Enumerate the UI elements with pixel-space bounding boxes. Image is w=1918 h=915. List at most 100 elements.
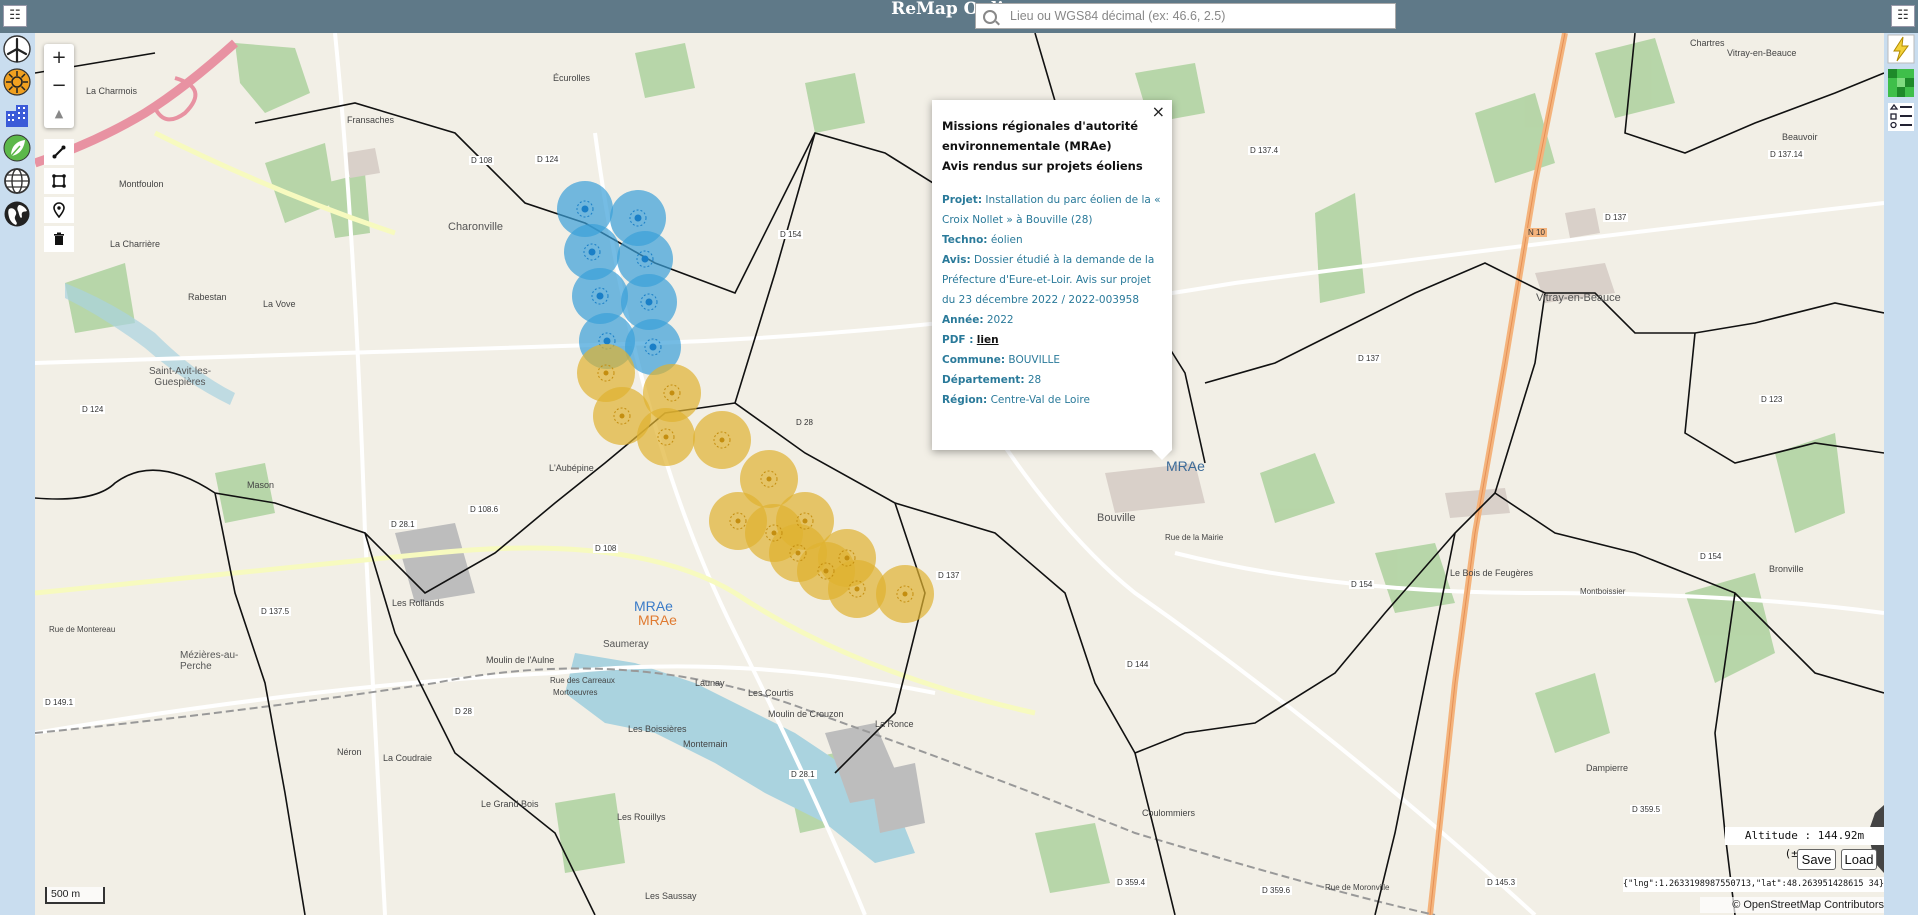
road-label: D 137: [1603, 213, 1629, 222]
map-label: Charonville: [448, 221, 504, 233]
draw-point-button[interactable]: [44, 197, 74, 223]
road-label: D 359.6: [1260, 886, 1293, 895]
popup-field-departement: Département: 28: [942, 370, 1162, 390]
road-label: D 137.14: [1768, 150, 1805, 159]
map-label: Mortoeuvres: [553, 688, 598, 697]
map-label: Rabestan: [188, 292, 227, 302]
map-label: Les Boissières: [628, 724, 687, 734]
wind-turbine-icon[interactable]: [3, 35, 31, 63]
zoom-in-button[interactable]: +: [44, 44, 74, 72]
polygon-icon: [52, 174, 66, 188]
road-label: D 359.4: [1115, 878, 1148, 887]
popup-field-pdf: PDF : lien: [942, 330, 1162, 350]
map-label: Chartres: [1690, 38, 1725, 48]
popup-field-region: Région: Centre-Val de Loire: [942, 390, 1162, 410]
save-button[interactable]: Save: [1797, 849, 1836, 870]
road-label: D 28: [796, 418, 813, 427]
map-pin-icon: [53, 202, 65, 219]
pdf-link[interactable]: lien: [977, 334, 999, 346]
field-label: Projet:: [942, 194, 983, 206]
map-label: Les Rollands: [392, 598, 445, 608]
coordinates-readout: {"lng":1.2633198987550713,"lat":48.26395…: [1623, 877, 1884, 892]
map-label: La Charrière: [110, 239, 161, 249]
map-label: Saumeray: [603, 639, 649, 650]
map-label: Coulommiers: [1142, 808, 1196, 818]
delete-button[interactable]: [44, 226, 74, 252]
field-label: Techno:: [942, 234, 988, 246]
polyline-icon: [52, 145, 66, 159]
field-value: 2022: [986, 314, 1014, 326]
right-toolbar: [1884, 33, 1918, 915]
draw-polygon-button[interactable]: [44, 168, 74, 194]
map-label: Launay: [695, 678, 725, 688]
map-label: Moulin de Crouzon: [768, 709, 844, 719]
map-label: Les Courtis: [748, 688, 794, 698]
popup-title-line: Missions régionales d'autorité: [942, 119, 1139, 133]
map-label: Mézières-au-Perche: [180, 650, 239, 672]
field-value: Dossier étudié à la demande de la Préfec…: [942, 254, 1155, 306]
search-input[interactable]: [1010, 6, 1380, 26]
map-label: Saint-Avit-les-Guespières: [148, 366, 212, 388]
field-value: éolien: [990, 234, 1023, 246]
search-icon: [983, 10, 997, 24]
road-label: N 10: [1526, 228, 1547, 237]
road-label: D 108: [593, 544, 619, 553]
road-label: D 28: [453, 707, 474, 716]
map-label: Beauvoir: [1782, 132, 1818, 142]
field-label: Avis:: [942, 254, 971, 266]
road-label: D 137.5: [259, 607, 292, 616]
map-label: Le Bois de Feugères: [1450, 568, 1534, 578]
mrae-cluster-label[interactable]: MRAe: [638, 612, 677, 628]
map-attribution[interactable]: © OpenStreetMap Contributors: [1700, 897, 1884, 913]
field-value: 28: [1027, 374, 1042, 386]
popup-field-avis: Avis: Dossier étudié à la demande de la …: [942, 250, 1162, 310]
map-label: Les Rouillys: [617, 812, 666, 822]
map-label: Rue de la Mairie: [1165, 533, 1224, 542]
globe-grid-icon[interactable]: [3, 167, 31, 195]
road-label: D 154: [1349, 580, 1375, 589]
road-label: D 124: [80, 405, 106, 414]
map-label: Écurolles: [553, 73, 591, 83]
scale-bar: 500 m: [45, 887, 105, 904]
map-label: Rue des Carreaux: [550, 676, 615, 685]
grid-tile-icon[interactable]: [1887, 68, 1915, 98]
road-label: D 137: [1356, 354, 1382, 363]
building-icon[interactable]: [3, 101, 31, 129]
field-label: Année:: [942, 314, 984, 326]
zoom-control: + − ▲: [44, 44, 74, 128]
road-label: D 28.1: [789, 770, 817, 779]
map-label: Vitray-en-Beauce: [1727, 48, 1797, 58]
map-label: Les Saussay: [645, 891, 697, 901]
left-toolbar: [0, 33, 35, 915]
load-button[interactable]: Load: [1841, 849, 1877, 870]
popup-title-line: environnementale (MRAe): [942, 139, 1112, 153]
app-title: ReMap Online: [891, 0, 1027, 19]
road-label: D 145.3: [1485, 878, 1518, 887]
map-label: Mason: [247, 480, 275, 490]
zoom-out-button[interactable]: −: [44, 72, 74, 100]
draw-line-button[interactable]: [44, 139, 74, 165]
lightning-icon[interactable]: [1887, 34, 1915, 64]
mrae-popup: × Missions régionales d'autorité environ…: [932, 100, 1172, 460]
map-label: La Ronce: [875, 719, 914, 729]
close-icon[interactable]: ×: [1152, 102, 1165, 121]
popup-field-annee: Année: 2022: [942, 310, 1162, 330]
road-label: D 359.5: [1630, 805, 1663, 814]
right-menu-button[interactable]: ☷: [1891, 5, 1915, 27]
top-bar: ☷ ReMap Online ☷: [0, 0, 1918, 33]
map-label: Montemain: [683, 739, 728, 749]
field-value: Centre-Val de Loire: [990, 394, 1090, 406]
layer-list-icon[interactable]: [1887, 102, 1915, 132]
map-label: Bronville: [1769, 564, 1804, 574]
mrae-cluster-label[interactable]: MRAe: [1166, 458, 1205, 474]
earth-icon[interactable]: [3, 200, 31, 228]
sun-icon[interactable]: [3, 68, 31, 96]
road-label: D 149.1: [43, 698, 76, 707]
map-label: Fransaches: [347, 115, 395, 125]
leaf-icon[interactable]: [3, 134, 31, 162]
search-box[interactable]: [975, 3, 1396, 29]
reset-north-button[interactable]: ▲: [44, 100, 74, 128]
road-label: D 154: [1698, 552, 1724, 561]
map-label: La Vove: [263, 299, 296, 309]
field-value: BOUVILLE: [1008, 354, 1061, 366]
